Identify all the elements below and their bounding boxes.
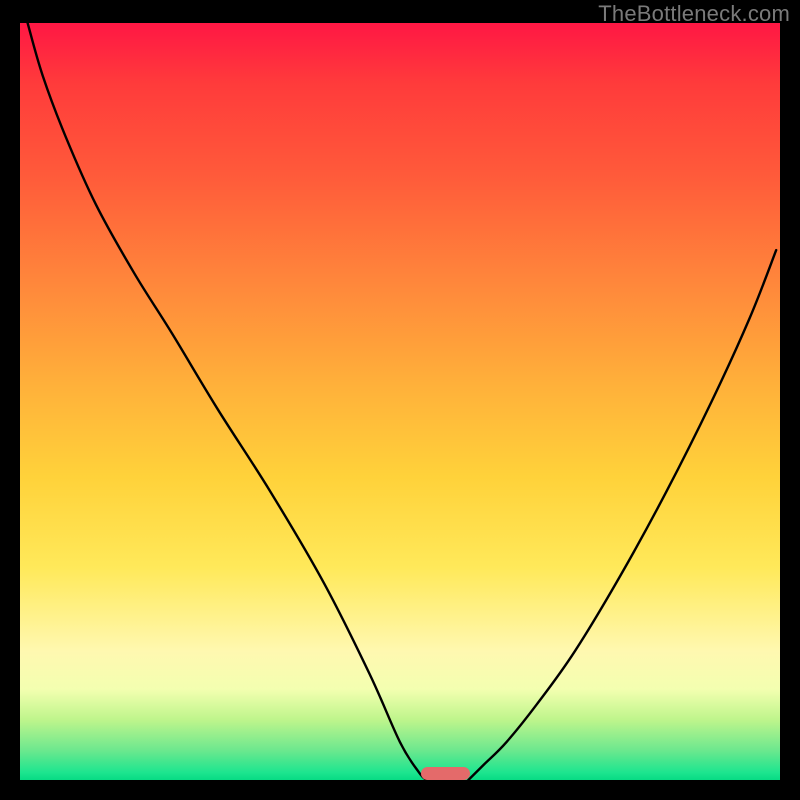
plot-area xyxy=(20,23,780,780)
chart-frame: TheBottleneck.com xyxy=(0,0,800,800)
bottleneck-curve xyxy=(20,23,780,780)
optimal-marker xyxy=(421,767,470,780)
